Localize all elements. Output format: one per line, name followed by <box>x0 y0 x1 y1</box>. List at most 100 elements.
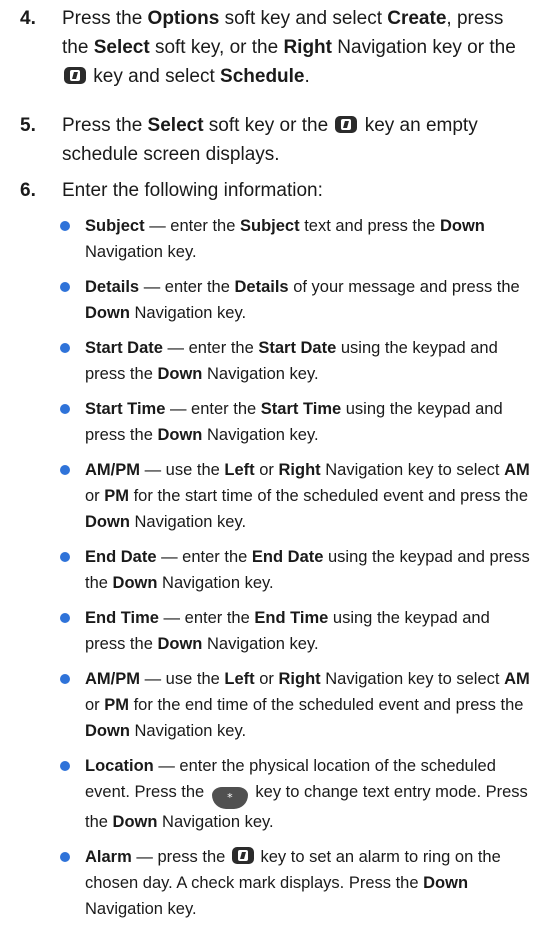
bold-text: End Date <box>251 548 324 566</box>
field-label: AM/PM <box>85 461 140 479</box>
manual-page: 4. Press the Options soft key and select… <box>0 0 539 920</box>
text: — press the <box>131 848 230 866</box>
text: Enter the following information: <box>62 180 323 201</box>
bold-text: Down <box>157 426 203 444</box>
text: Navigation key. <box>85 243 197 261</box>
list-item-details: Details — enter the Details of your mess… <box>60 274 532 326</box>
star-key-icon: * <box>211 787 248 809</box>
bold-text: Down <box>85 513 130 531</box>
text: of your message and press the <box>288 278 520 296</box>
field-label: End Time <box>85 609 159 627</box>
info-key-icon <box>335 116 358 133</box>
list-item-start-date: Start Date — enter the Start Date using … <box>60 335 532 387</box>
text: — enter the <box>156 548 252 566</box>
text: Navigation key. <box>129 513 247 531</box>
text: for the start time of the scheduled even… <box>129 487 528 505</box>
field-label: AM/PM <box>85 670 140 688</box>
text: or <box>85 487 105 505</box>
text: Navigation key. <box>129 304 247 322</box>
text: Navigation key. <box>157 813 274 831</box>
bold-text: Down <box>157 365 203 383</box>
bold-text: Start Time <box>260 400 342 418</box>
bold-text: PM <box>104 487 130 505</box>
text: — enter the <box>158 609 255 627</box>
bold-text: Down <box>112 813 158 831</box>
field-label: Details <box>85 278 140 296</box>
bullet-icon <box>60 465 70 475</box>
bold-text: Right <box>278 461 321 479</box>
bold-text: Start Date <box>258 339 337 357</box>
create-label: Create <box>387 8 447 29</box>
text: Navigation key or the <box>332 37 516 58</box>
text: — enter the <box>139 278 235 296</box>
field-label: Start Time <box>85 400 166 418</box>
step-4: 4. Press the Options soft key and select… <box>20 4 535 91</box>
text: soft key and select <box>219 8 388 29</box>
step-text: Press the Select soft key or the key an … <box>62 111 535 169</box>
list-item-start-time: Start Time — enter the Start Time using … <box>60 396 532 448</box>
bold-text: Subject <box>240 217 300 235</box>
text: key and select <box>88 66 221 87</box>
list-item-subject: Subject — enter the Subject text and pre… <box>60 213 532 265</box>
text: — enter the <box>144 217 240 235</box>
step-text: Enter the following information: <box>62 176 535 205</box>
text: for the end time of the scheduled event … <box>129 696 524 714</box>
text: Navigation key. <box>85 900 197 918</box>
bold-text: Left <box>224 670 255 688</box>
select-key-label: Select <box>147 115 204 136</box>
text: Navigation key. <box>129 722 247 740</box>
bullet-icon <box>60 761 70 771</box>
text: Navigation key. <box>157 574 274 592</box>
bullet-icon <box>60 552 70 562</box>
bold-text: Left <box>224 461 255 479</box>
step-number: 6. <box>20 180 36 201</box>
bold-text: Down <box>157 635 203 653</box>
list-item-end-date: End Date — enter the End Date using the … <box>60 544 532 596</box>
bullet-icon <box>60 404 70 414</box>
schedule-label: Schedule <box>220 66 305 87</box>
text: — use the <box>140 461 225 479</box>
text: or <box>85 696 105 714</box>
text: Press the <box>62 115 148 136</box>
text: . <box>304 66 310 87</box>
select-key-label: Select <box>93 37 150 58</box>
text: soft key, or the <box>149 37 284 58</box>
right-key-label: Right <box>283 37 332 58</box>
text: Navigation key. <box>202 365 319 383</box>
step-5: 5. Press the Select soft key or the key … <box>20 111 535 169</box>
text: — enter the <box>162 339 259 357</box>
text: text and press the <box>299 217 440 235</box>
bold-text: Down <box>85 304 130 322</box>
step-6: 6. Enter the following information: <box>20 176 535 205</box>
options-key-label: Options <box>147 8 220 29</box>
text: soft key or the <box>203 115 334 136</box>
text: — enter the <box>165 400 261 418</box>
list-item-location: Location — enter the physical location o… <box>60 753 532 835</box>
bullet-icon <box>60 674 70 684</box>
text: — use the <box>140 670 225 688</box>
info-key-icon <box>64 67 86 84</box>
bold-text: PM <box>104 696 130 714</box>
step-number: 5. <box>20 115 36 136</box>
bold-text: AM <box>504 670 530 688</box>
field-label: End Date <box>85 548 157 566</box>
bold-text: End Time <box>254 609 329 627</box>
bullet-icon <box>60 221 70 231</box>
list-item-start-am-pm: AM/PM — use the Left or Right Navigation… <box>60 457 532 535</box>
text: Navigation key. <box>202 426 319 444</box>
bullet-icon <box>60 613 70 623</box>
list-item-end-time: End Time — enter the End Time using the … <box>60 605 532 657</box>
text: or <box>254 670 279 688</box>
text: or <box>254 461 279 479</box>
bold-text: Right <box>278 670 321 688</box>
list-item-end-am-pm: AM/PM — use the Left or Right Navigation… <box>60 666 532 744</box>
step-number: 4. <box>20 8 36 29</box>
bullet-icon <box>60 343 70 353</box>
text: Navigation key to select <box>320 670 505 688</box>
info-field-list: Subject — enter the Subject text and pre… <box>60 213 532 931</box>
field-label: Start Date <box>85 339 163 357</box>
bold-text: AM <box>504 461 530 479</box>
bold-text: Down <box>439 217 485 235</box>
text: Press the <box>62 8 148 29</box>
bold-text: Down <box>112 574 158 592</box>
